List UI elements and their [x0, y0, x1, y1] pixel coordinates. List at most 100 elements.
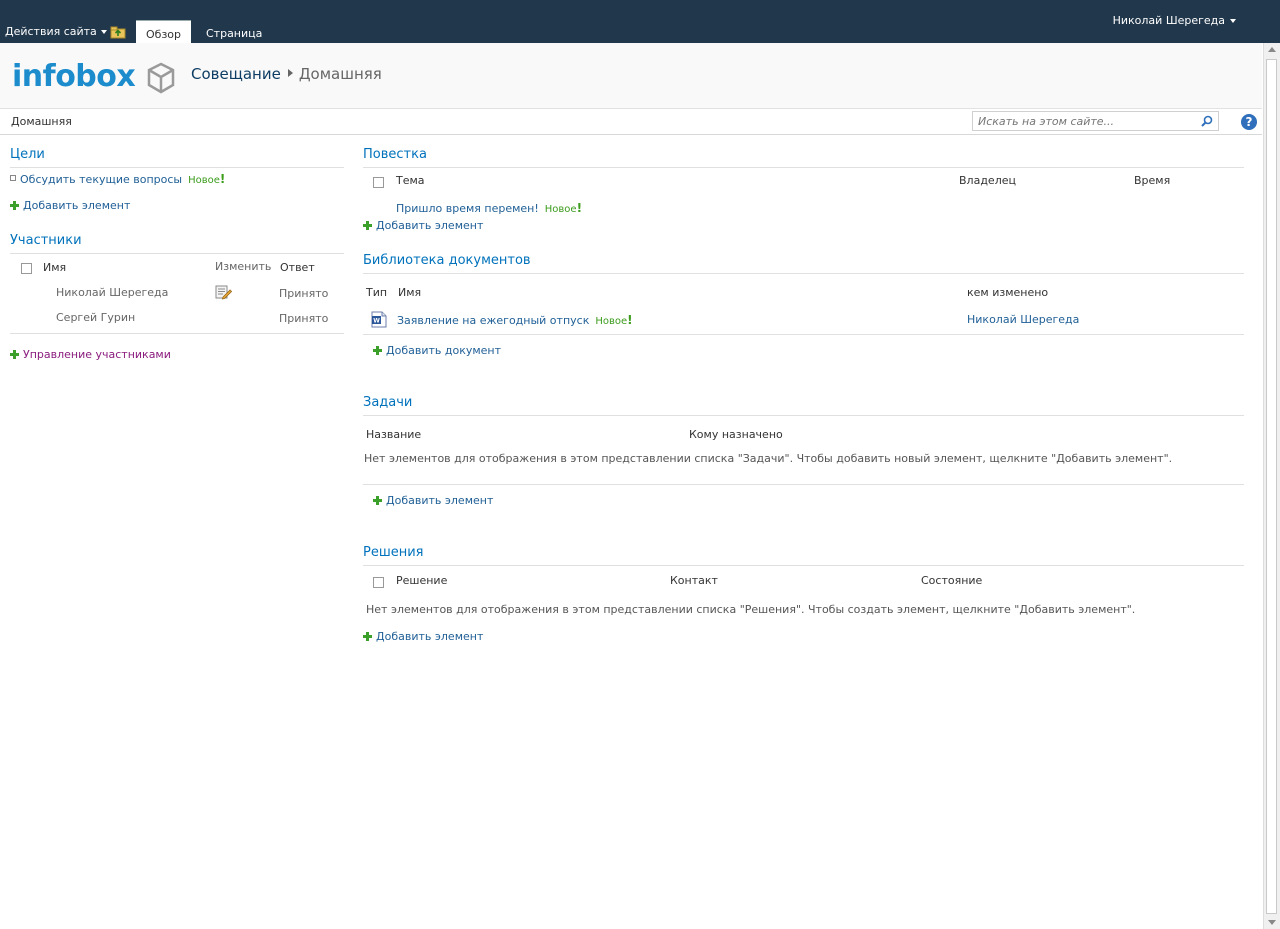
plus-icon — [373, 346, 382, 355]
divider — [363, 415, 1244, 416]
select-all-checkbox[interactable] — [21, 263, 32, 274]
column-header-owner[interactable]: Владелец — [959, 174, 1016, 187]
column-header-decision[interactable]: Решение — [396, 574, 447, 587]
svg-text:W: W — [373, 318, 380, 325]
divider — [363, 167, 1244, 168]
scroll-thumb[interactable] — [1266, 59, 1277, 914]
column-header-subject[interactable]: Тема — [396, 174, 425, 187]
add-task-button[interactable]: Добавить элемент — [373, 494, 493, 507]
divider — [363, 565, 1244, 566]
divider — [10, 253, 344, 254]
site-actions-label: Действия сайта — [5, 25, 97, 38]
breadcrumb-arrow-icon — [287, 69, 293, 77]
user-name: Николай Шерегеда — [1112, 14, 1225, 27]
library-title[interactable]: Библиотека документов — [363, 253, 531, 268]
topnav-home-link[interactable]: Домашняя — [11, 115, 72, 128]
column-header-response[interactable]: Ответ — [280, 261, 315, 274]
divider — [363, 334, 1244, 335]
add-agenda-button[interactable]: Добавить элемент — [363, 219, 483, 232]
ribbon-bar: Действия сайта Обзор Страница Николай Ше… — [0, 0, 1280, 44]
tasks-title[interactable]: Задачи — [363, 395, 412, 410]
agenda-title[interactable]: Повестка — [363, 147, 427, 162]
modified-by-link[interactable]: Николай Шерегеда — [967, 313, 1079, 326]
select-all-checkbox[interactable] — [373, 577, 384, 588]
column-header-name[interactable]: Имя — [43, 261, 66, 274]
divider — [10, 167, 344, 168]
attendee-response: Принято — [279, 287, 329, 300]
select-all-checkbox[interactable] — [373, 177, 384, 188]
attendee-response: Принято — [279, 312, 329, 325]
breadcrumb-site-link[interactable]: Совещание — [191, 65, 281, 83]
new-exclamation-icon: ! — [219, 172, 226, 186]
breadcrumb: Совещание Домашняя — [191, 65, 382, 83]
title-area: infobox — [0, 43, 1262, 109]
column-header-assigned[interactable]: Кому назначено — [689, 428, 783, 441]
tasks-empty-message: Нет элементов для отображения в этом пре… — [364, 452, 1173, 465]
agenda-item-link[interactable]: Пришло время перемен! — [396, 202, 539, 215]
logo-cube-icon — [147, 62, 175, 94]
add-decision-button[interactable]: Добавить элемент — [363, 630, 483, 643]
column-header-contact[interactable]: Контакт — [670, 574, 718, 587]
word-document-icon[interactable]: W — [371, 311, 387, 328]
user-menu[interactable]: Николай Шерегеда — [1113, 14, 1236, 27]
attendees-title[interactable]: Участники — [10, 233, 82, 248]
add-document-label: Добавить документ — [386, 344, 502, 357]
decisions-empty-message: Нет элементов для отображения в этом пре… — [366, 603, 1136, 616]
search-box — [972, 111, 1219, 131]
plus-icon — [373, 496, 382, 505]
new-badge: Новое! — [544, 201, 583, 215]
plus-icon — [363, 221, 372, 230]
table-row[interactable]: Заявление на ежегодный отпуск Новое! — [397, 313, 633, 327]
document-link[interactable]: Заявление на ежегодный отпуск — [397, 314, 589, 327]
add-decision-label: Добавить элемент — [376, 630, 484, 643]
divider — [10, 333, 344, 334]
column-header-time[interactable]: Время — [1134, 174, 1170, 187]
column-header-status[interactable]: Состояние — [921, 574, 982, 587]
chevron-down-icon — [100, 30, 107, 34]
column-header-title[interactable]: Название — [366, 428, 421, 441]
search-icon[interactable] — [1201, 115, 1213, 127]
divider — [363, 273, 1244, 274]
attendee-name: Николай Шерегеда — [56, 286, 169, 299]
new-exclamation-icon: ! — [576, 201, 583, 215]
list-item[interactable]: Обсудить текущие вопросы Новое! — [10, 172, 225, 186]
bullet-icon — [10, 175, 16, 181]
column-header-modified-by[interactable]: кем изменено — [967, 286, 1048, 299]
site-actions-menu[interactable]: Действия сайта — [5, 25, 107, 38]
chevron-down-icon — [1230, 19, 1236, 23]
divider — [363, 484, 1244, 485]
tab-page[interactable]: Страница — [196, 20, 272, 43]
edit-icon[interactable] — [215, 285, 232, 300]
breadcrumb-current: Домашняя — [298, 65, 382, 83]
add-goal-button[interactable]: Добавить элемент — [10, 199, 130, 212]
goal-item-link[interactable]: Обсудить текущие вопросы — [20, 173, 182, 186]
new-badge: Новое! — [595, 313, 632, 327]
plus-icon — [10, 201, 19, 210]
scroll-up-arrow-icon[interactable] — [1268, 47, 1276, 52]
plus-icon — [363, 632, 372, 641]
site-logo[interactable]: infobox — [12, 59, 136, 94]
list-item[interactable]: Пришло время перемен! Новое! — [396, 201, 582, 215]
new-badge-label: Новое — [544, 204, 577, 215]
goals-title[interactable]: Цели — [10, 147, 45, 162]
help-icon[interactable]: ? — [1241, 114, 1257, 130]
column-header-edit: Изменить — [215, 260, 272, 273]
add-task-label: Добавить элемент — [386, 494, 494, 507]
add-goal-label: Добавить элемент — [23, 199, 131, 212]
scroll-down-arrow-icon[interactable] — [1268, 920, 1276, 925]
tab-browse[interactable]: Обзор — [136, 20, 192, 44]
decisions-title[interactable]: Решения — [363, 545, 424, 560]
column-header-name[interactable]: Имя — [398, 286, 421, 299]
add-document-button[interactable]: Добавить документ — [373, 344, 501, 357]
vertical-scrollbar[interactable] — [1263, 43, 1280, 929]
attendee-name: Сергей Гурин — [56, 311, 136, 324]
manage-attendees-button[interactable]: Управление участниками — [10, 348, 171, 361]
navigate-up-icon[interactable] — [110, 25, 126, 39]
column-header-type[interactable]: Тип — [366, 286, 387, 299]
plus-icon — [10, 350, 19, 359]
new-badge-label: Новое — [595, 316, 628, 327]
manage-attendees-label: Управление участниками — [23, 348, 171, 361]
add-agenda-label: Добавить элемент — [376, 219, 484, 232]
new-badge: Новое! — [188, 172, 226, 186]
search-input[interactable] — [973, 112, 1203, 130]
